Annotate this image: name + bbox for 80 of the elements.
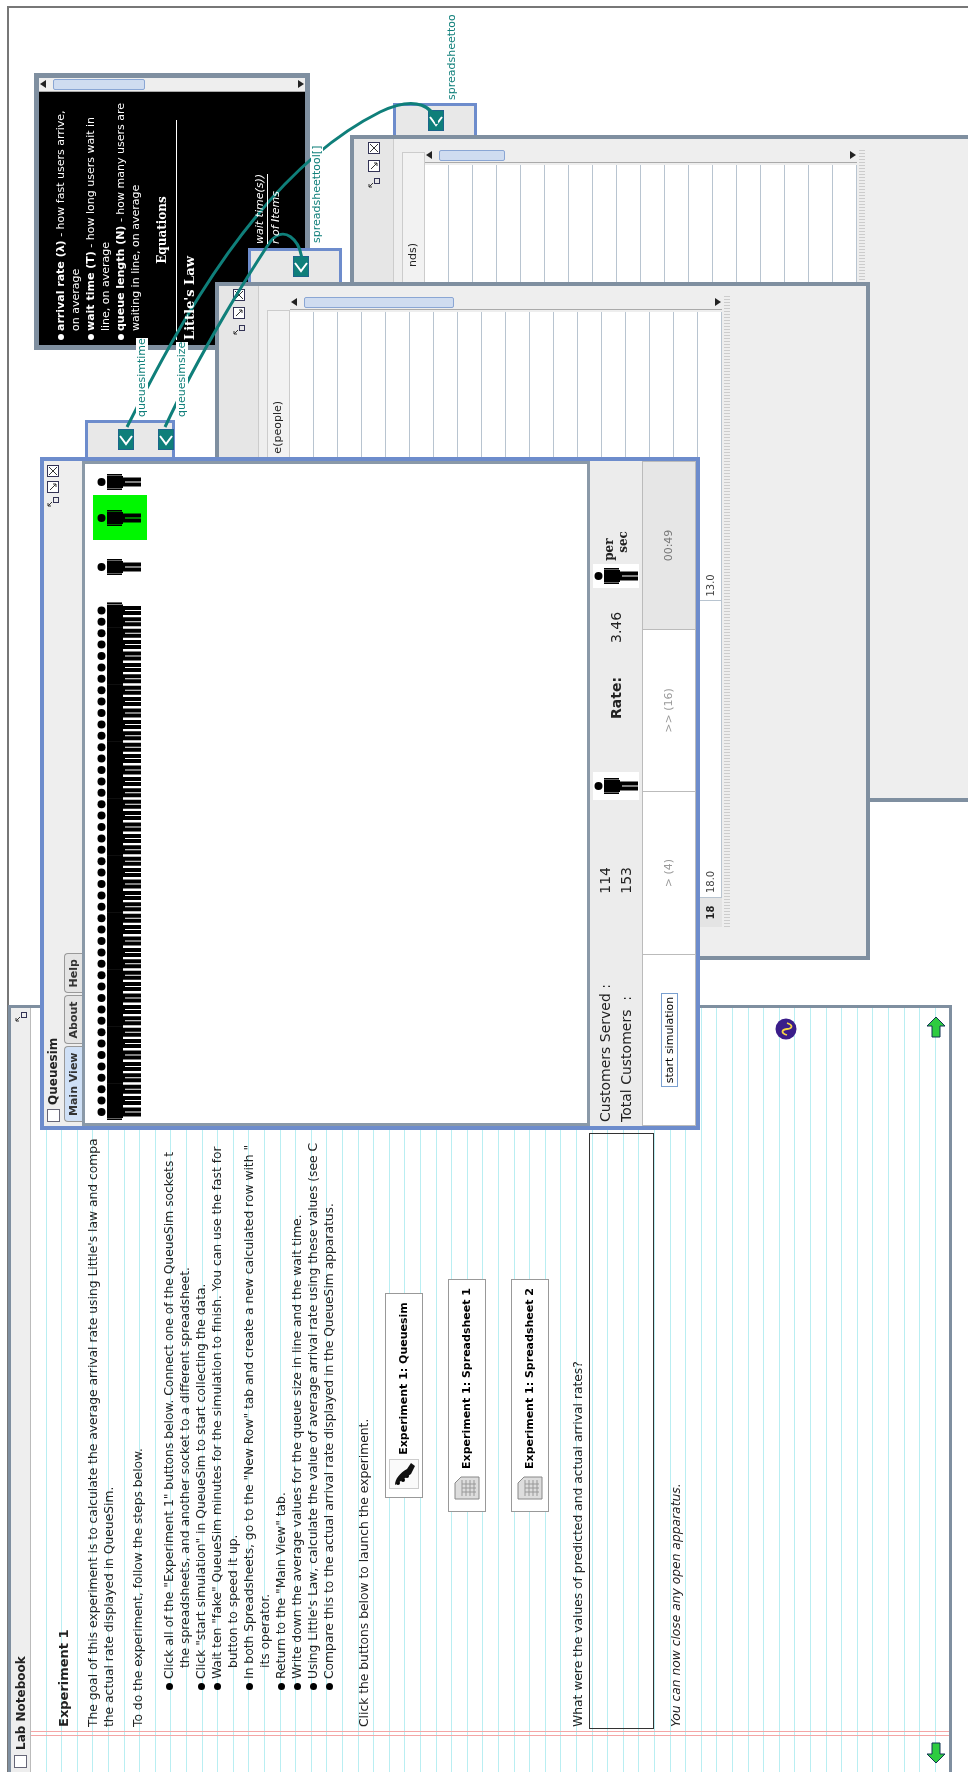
stat-label: Customers Served : [596, 983, 614, 1122]
person-icon [593, 563, 639, 588]
table-cell-text: 18.0 [703, 869, 717, 896]
close-icon[interactable] [232, 289, 245, 301]
instruction-text: Click the buttons below to launch the experiment. [356, 1417, 372, 1727]
socket-label: queuesimtime [136, 338, 148, 417]
highlighted-person-icon [93, 495, 147, 540]
launch-button[interactable]: Experiment 1: Queuesim [385, 1293, 423, 1498]
definition-text: arrival rate (λ) - how fast users arrive, on average [53, 109, 83, 331]
formula-text: r of Items [268, 190, 283, 244]
stat-label: Total Customers : [617, 994, 635, 1122]
stat-value: 114 [596, 867, 614, 894]
socket-icon[interactable] [293, 256, 309, 277]
step-text: Compare this to the actual arrival rate displayed in the QueueSim apparatus. [321, 1203, 337, 1679]
bullet-icon [310, 1683, 317, 1690]
maximize-icon[interactable] [367, 160, 380, 172]
intro-paragraph: The goal of this experiment is to calculate the average arrival rate using Little's law and compa the actual rate displayed in QueueSim. [85, 1137, 117, 1727]
clock-display: 00:49 [643, 462, 695, 629]
window-icon [14, 1755, 27, 1768]
socket-icon[interactable] [118, 429, 134, 451]
simulation-button[interactable]: start simulation [660, 992, 678, 1088]
tab[interactable]: Help [64, 953, 82, 994]
unit-text: per [602, 537, 616, 561]
bullet-icon [294, 1683, 301, 1690]
step-text: Wait ten "fake" QueueSim minutes for the simulation to finish. You can use the fast for button to speed it up. [209, 1146, 241, 1679]
scroll-thumb[interactable] [53, 79, 145, 90]
scroll-thumb[interactable] [304, 297, 454, 308]
step-text: Using Little's Law, calculate the value of average arrival rate using these values (see C [305, 1142, 321, 1679]
bullet-icon [246, 1683, 253, 1690]
window-title: Lab Notebook [12, 1656, 29, 1750]
bullet-icon [198, 1683, 205, 1690]
law-title: Little's Law [182, 254, 197, 340]
bullet-icon [88, 334, 94, 340]
unit-text: sec [616, 531, 630, 555]
person-icon [97, 559, 141, 575]
socket-icon[interactable] [158, 429, 174, 451]
minimize-icon[interactable] [47, 497, 59, 507]
row-header: 18 [698, 898, 722, 927]
step-text: Click "start simulation" in QueueSim to start collecting the data. [193, 1283, 209, 1679]
scrollbar[interactable] [425, 149, 857, 163]
bullet-icon [166, 1683, 173, 1690]
bullet-icon [58, 334, 64, 340]
close-icon[interactable] [367, 142, 380, 154]
step-text: Click all of the "Experiment 1" buttons below. Connect one of the QueueSim sockets t the spreadsheets, and another socket to a different spreadsheet. [161, 1151, 193, 1679]
step-text: Return to the "Main View" tab. [273, 1492, 289, 1679]
maximize-icon[interactable] [232, 307, 245, 319]
equations-heading: Equations [155, 196, 169, 264]
tab[interactable]: Main View [64, 1046, 82, 1122]
rate-value: 3.46 [606, 611, 625, 643]
restore-icon[interactable] [14, 1012, 27, 1022]
step-text: In both Spreadsheets, go to the "New Row" tab and create a new calculated row with " its operator. [241, 1144, 273, 1679]
formula-text: wait time(s)) [252, 173, 268, 244]
step-text: Write down the average values for the queue size in line and the wait time. [289, 1214, 305, 1679]
close-icon[interactable] [47, 465, 59, 477]
bullet-icon [118, 334, 124, 340]
launch-button[interactable]: Experiment 1: Spreadsheet 2 [511, 1279, 549, 1512]
rate-label: Rate: [606, 677, 625, 719]
socket-label: spreadsheettool[] [311, 145, 323, 243]
maximize-icon[interactable] [47, 481, 59, 493]
scroll-thumb[interactable] [439, 149, 505, 161]
window-title: Queuesim [45, 1037, 61, 1105]
bullet-icon [278, 1683, 285, 1690]
bullet-icon [214, 1683, 221, 1690]
launch-button[interactable]: Experiment 1: Spreadsheet 1 [448, 1279, 486, 1512]
tab[interactable]: About [64, 995, 82, 1045]
question-text: What were the values of predicted and actual arrival rates? [570, 1360, 586, 1727]
scrollbar[interactable] [39, 78, 305, 92]
person-icon [97, 474, 141, 490]
person-icon [593, 772, 639, 800]
bullet-icon [326, 1683, 333, 1690]
socket-label: queuesimsize [176, 341, 188, 417]
instruction-text: To do the experiment, follow the steps below. [130, 1447, 146, 1727]
minimize-icon[interactable] [367, 178, 380, 188]
answer-field[interactable] [589, 1133, 654, 1729]
wave-icon[interactable] [775, 1018, 797, 1040]
stat-value: 153 [617, 867, 635, 894]
socket-label: spreadsheettoo [446, 14, 458, 100]
minimize-icon[interactable] [232, 325, 245, 335]
table-cell-text: 13.0 [703, 573, 717, 599]
window-icon [46, 1109, 60, 1122]
